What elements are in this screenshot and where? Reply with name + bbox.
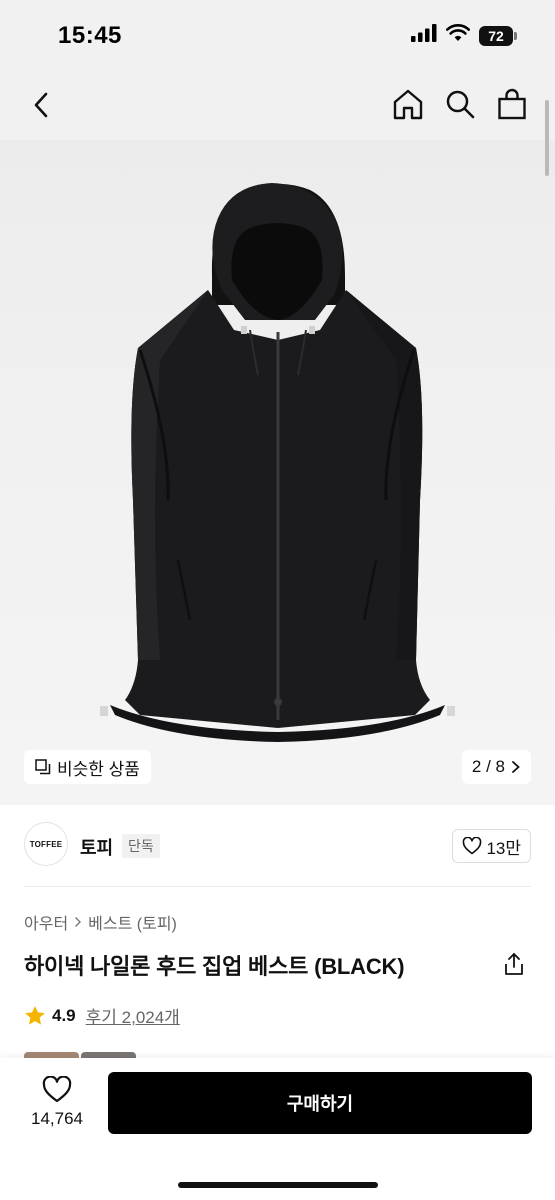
- brand-name[interactable]: 토피: [80, 834, 113, 860]
- page-indicator-text: 2 / 8: [471, 757, 505, 776]
- nav-actions: [391, 86, 529, 122]
- scrollbar[interactable]: [545, 100, 549, 176]
- similar-products-label: 비슷한 상품: [57, 759, 140, 779]
- bottom-action-bar: 14,764 구매하기: [0, 1058, 555, 1200]
- wifi-icon: [446, 24, 470, 47]
- wishlist-button[interactable]: 14,764: [24, 1076, 90, 1129]
- divider: [24, 886, 531, 887]
- home-indicator: [178, 1182, 378, 1188]
- status-icons: 72: [411, 24, 517, 47]
- status-time: 15:45: [58, 22, 122, 49]
- shopping-bag-icon: [498, 88, 526, 120]
- heart-icon: [42, 1076, 72, 1103]
- heart-icon: [463, 837, 482, 855]
- chevron-right-icon: [75, 917, 82, 927]
- chevron-right-icon: [512, 761, 520, 773]
- search-button[interactable]: [443, 86, 477, 122]
- brand-logo[interactable]: TOFFEE: [24, 822, 68, 866]
- gallery-page-indicator[interactable]: 2 / 8: [461, 750, 531, 784]
- breadcrumb-item-outer[interactable]: 아우터: [24, 910, 68, 934]
- copy-icon: [35, 759, 51, 775]
- reviews-link[interactable]: 후기 2,024개: [86, 1003, 180, 1028]
- buy-button[interactable]: 구매하기: [108, 1072, 532, 1134]
- back-icon: [34, 92, 48, 118]
- home-icon: [393, 89, 423, 120]
- rating-row: 4.9 후기 2,024개: [24, 1003, 180, 1028]
- battery-icon: 72: [479, 25, 517, 46]
- brand-row: TOFFEE 토피 단독 13만: [24, 822, 531, 872]
- product-title: 하이넥 나일론 후드 집업 베스트 (BLACK): [24, 954, 405, 979]
- navigation-bar: [0, 70, 555, 140]
- signal-icon: [411, 24, 437, 47]
- battery-level: 72: [479, 25, 513, 46]
- status-bar: 15:45 72: [0, 0, 555, 70]
- wishlist-count: 14,764: [31, 1109, 83, 1128]
- exclusive-badge: 단독: [122, 834, 160, 858]
- cart-button[interactable]: [495, 86, 529, 122]
- product-image: [100, 183, 455, 742]
- breadcrumb: 아우터 베스트 (토피): [24, 910, 177, 934]
- similar-products-button[interactable]: 비슷한 상품: [24, 750, 151, 784]
- brand-like-button[interactable]: 13만: [452, 829, 531, 863]
- brand-like-count: 13만: [486, 838, 521, 858]
- search-icon: [446, 90, 475, 119]
- share-icon: [505, 953, 523, 975]
- home-button[interactable]: [391, 86, 425, 122]
- star-icon: [25, 1006, 45, 1025]
- back-button[interactable]: [26, 88, 56, 122]
- breadcrumb-item-vest[interactable]: 베스트 (토피): [88, 910, 177, 934]
- rating-value: 4.9: [52, 1005, 76, 1025]
- share-button[interactable]: [499, 948, 529, 980]
- product-image-gallery[interactable]: 비슷한 상품 2 / 8: [0, 140, 555, 805]
